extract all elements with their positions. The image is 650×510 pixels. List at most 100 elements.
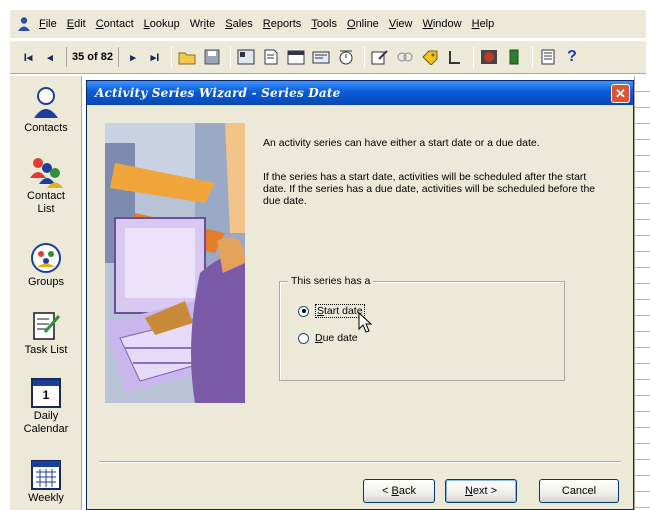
first-record-button[interactable]: I◂ [18, 46, 38, 68]
menu-online-label: nline [355, 18, 379, 30]
menu-edit-key: E [66, 18, 75, 30]
back-arrow: < [382, 485, 392, 497]
menu-view[interactable]: View [384, 18, 418, 30]
toolbar-separator [363, 46, 365, 68]
toolbar-separator [170, 46, 172, 68]
next-button[interactable]: Next > [445, 479, 517, 503]
back-key: B [391, 485, 399, 497]
phone-icon[interactable] [444, 46, 466, 68]
dialog-title: Activity Series Wizard - Series Date [95, 86, 341, 100]
menu-edit[interactable]: Edit [62, 18, 91, 30]
menu-contact[interactable]: Contact [91, 18, 139, 30]
nav-contacts-label: Contacts [24, 122, 68, 134]
due-date-option[interactable]: Due date [298, 332, 358, 344]
menu-reports[interactable]: Reports [258, 18, 307, 30]
next-key: N [464, 485, 473, 497]
cancel-button[interactable]: Cancel [539, 479, 619, 503]
globe-icon[interactable] [478, 46, 500, 68]
menu-online-key: O [347, 18, 356, 30]
menu-bar: File Edit Contact Lookup Write Sales Rep… [10, 10, 646, 38]
nav-groups[interactable]: Groups [10, 242, 82, 289]
toolbar-separator [531, 46, 533, 68]
menu-sales[interactable]: Sales [220, 18, 258, 30]
menu-window[interactable]: Window [417, 18, 466, 30]
toolbar-separator [229, 46, 231, 68]
menu-reports-key: R [262, 18, 271, 30]
menu-help[interactable]: Help [467, 18, 500, 30]
menu-edit-label: dit [74, 18, 86, 30]
calendar-header-strip [33, 380, 59, 386]
due-date-label: Due date [315, 332, 358, 344]
menu-online[interactable]: Online [342, 18, 384, 30]
wizard-illustration [105, 123, 245, 403]
menu-tools-label: ools [316, 18, 337, 30]
start-date-key: S [317, 305, 325, 317]
record-counter: 35 of 82 [66, 47, 119, 67]
menu-file-label: ile [45, 18, 57, 30]
background-list-strip [634, 76, 650, 510]
back-button[interactable]: < Back [363, 479, 435, 503]
groups-icon [31, 243, 61, 273]
menu-lookup[interactable]: Lookup [139, 18, 185, 30]
daily-calendar-icon: 1 [31, 378, 61, 408]
intro-text: An activity series can have either a sta… [263, 137, 540, 149]
nav-daily-label-2: Calendar [23, 423, 69, 435]
last-record-button[interactable]: ▸I [145, 46, 165, 68]
due-date-key: D [315, 332, 323, 344]
menu-file-key: F [39, 18, 46, 30]
tag-icon[interactable] [419, 46, 441, 68]
menu-contact-label: ontact [103, 18, 134, 30]
nav-weekly-label: Weekly [28, 492, 64, 504]
nav-groups-label: Groups [27, 276, 65, 288]
detail-text: If the series has a start date, activiti… [263, 171, 596, 207]
start-date-radio[interactable] [298, 305, 309, 317]
toolbar-separator [472, 46, 474, 68]
close-button[interactable]: ✕ [611, 84, 630, 103]
start-date-option[interactable]: Start date [298, 304, 365, 318]
timer-icon[interactable] [335, 46, 357, 68]
link-icon[interactable] [394, 46, 416, 68]
start-date-text: tart date [324, 305, 363, 317]
nav-contacts[interactable]: Contacts [10, 86, 82, 135]
note-icon[interactable] [310, 46, 332, 68]
save-icon[interactable] [201, 46, 223, 68]
due-date-radio[interactable] [298, 332, 309, 344]
new-document-icon[interactable] [260, 46, 282, 68]
button-divider [99, 461, 621, 463]
help-icon[interactable]: ? [562, 46, 582, 68]
grid-icon[interactable] [537, 46, 559, 68]
activity-series-wizard-dialog: Activity Series Wizard - Series Date ✕ A… [86, 80, 634, 510]
menu-window-key: W [422, 18, 433, 30]
next-record-button[interactable]: ▸ [123, 46, 143, 68]
menu-write-label: te [206, 18, 216, 30]
weekly-calendar-icon [31, 460, 61, 490]
calendar-icon[interactable] [285, 46, 307, 68]
menu-write[interactable]: Write [185, 18, 221, 30]
contact-view-icon[interactable] [235, 46, 257, 68]
series-date-group: This series has a Start date Due date [279, 275, 565, 381]
mobile-icon[interactable] [503, 46, 525, 68]
next-label: ext > [472, 485, 498, 497]
contacts-icon [34, 87, 58, 118]
previous-record-button[interactable]: ◂ [40, 46, 60, 68]
nav-daily-label-1: Daily [33, 410, 59, 422]
nav-contact-list[interactable]: Contact List [10, 156, 82, 216]
menu-file[interactable]: File [34, 18, 62, 30]
nav-contact-list-label-1: Contact [27, 190, 65, 202]
task-list-icon [33, 312, 61, 340]
menu-reports-label: eports [270, 18, 302, 30]
menu-tools[interactable]: Tools [306, 18, 342, 30]
menu-help-key: H [471, 18, 480, 30]
write-icon[interactable] [369, 46, 391, 68]
nav-task-list-label: Task List [24, 344, 68, 356]
nav-daily-calendar[interactable]: 1 Daily Calendar [10, 378, 82, 436]
app-person-icon [18, 17, 30, 31]
nav-weekly[interactable]: Weekly [10, 460, 82, 505]
nav-contact-list-label-2: List [37, 203, 55, 215]
nav-task-list[interactable]: Task List [10, 310, 82, 357]
due-date-text: ue date [322, 332, 358, 344]
menu-write-pre: Wr [189, 18, 204, 30]
menu-contact-key: C [95, 18, 104, 30]
menu-window-label: indow [432, 18, 462, 30]
open-folder-icon[interactable] [176, 46, 198, 68]
